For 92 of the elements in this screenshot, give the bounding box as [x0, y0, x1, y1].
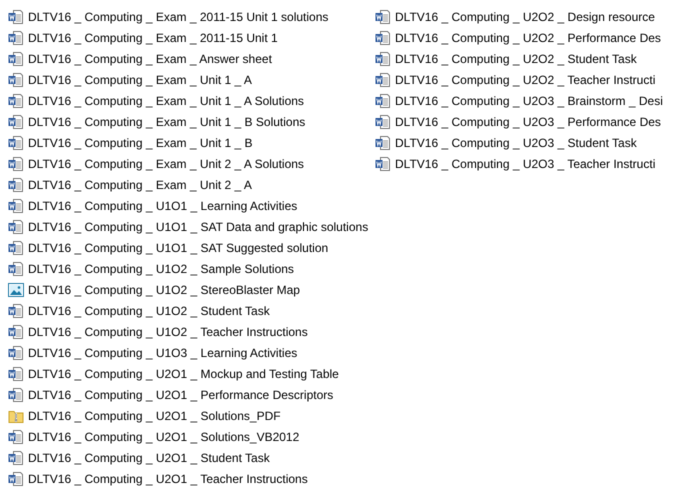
file-item[interactable]: DLTV16 _ Computing _ Exam _ 2011-15 Unit 1 solutions — [8, 6, 375, 27]
word-document-icon — [375, 72, 391, 88]
word-document-icon — [375, 30, 391, 46]
file-name: DLTV16 _ Computing _ Exam _ 2011-15 Unit 1 — [28, 30, 278, 44]
file-name: DLTV16 _ Computing _ U2O2 _ Teacher Instructi — [395, 72, 656, 86]
word-document-icon — [375, 114, 391, 130]
file-name: DLTV16 _ Computing _ U2O3 _ Student Task — [395, 136, 637, 150]
file-name: DLTV16 _ Computing _ Exam _ Unit 2 _ A Solutions — [28, 156, 304, 170]
file-item[interactable]: DLTV16 _ Computing _ U2O1 _ Mockup and Testing Table — [8, 363, 375, 384]
file-name: DLTV16 _ Computing _ Exam _ 2011-15 Unit 1 solutions — [28, 10, 328, 24]
file-item[interactable]: DLTV16 _ Computing _ U1O1 _ SAT Suggested solution — [8, 237, 375, 258]
file-name: DLTV16 _ Computing _ U2O2 _ Student Task — [395, 52, 637, 66]
file-name: DLTV16 _ Computing _ U1O2 _ StereoBlaster Map — [28, 282, 300, 296]
file-item[interactable]: DLTV16 _ Computing _ U2O1 _ Teacher Instructions — [8, 468, 375, 489]
file-item[interactable]: DLTV16 _ Computing _ U2O1 _ Solutions_PDF — [8, 405, 375, 426]
word-document-icon — [8, 386, 24, 402]
file-name: DLTV16 _ Computing _ U2O3 _ Performance Des — [395, 114, 661, 128]
file-name: DLTV16 _ Computing _ Exam _ Answer sheet — [28, 52, 272, 66]
file-item[interactable]: DLTV16 _ Computing _ U1O2 _ StereoBlaster Map — [8, 279, 375, 300]
image-file-icon — [8, 282, 24, 298]
file-name: DLTV16 _ Computing _ U2O1 _ Mockup and Testing Table — [28, 366, 339, 380]
file-name: DLTV16 _ Computing _ U1O1 _ Learning Activities — [28, 198, 298, 212]
file-item[interactable]: DLTV16 _ Computing _ Exam _ Unit 1 _ B — [8, 132, 375, 153]
word-document-icon — [8, 92, 24, 108]
word-document-icon — [8, 470, 24, 486]
file-name: DLTV16 _ Computing _ U1O2 _ Sample Solutions — [28, 262, 294, 276]
file-name: DLTV16 _ Computing _ U1O3 _ Learning Activities — [28, 346, 298, 360]
file-name: DLTV16 _ Computing _ U2O3 _ Teacher Instructi — [395, 156, 656, 170]
word-document-icon — [8, 114, 24, 130]
file-name: DLTV16 _ Computing _ U1O1 _ SAT Data and graphic solutions — [28, 220, 368, 234]
file-item[interactable]: DLTV16 _ Computing _ U1O3 _ Learning Activities — [8, 342, 375, 363]
word-document-icon — [375, 92, 391, 108]
word-document-icon — [8, 30, 24, 46]
file-item[interactable]: DLTV16 _ Computing _ U1O2 _ Student Task — [8, 300, 375, 321]
word-document-icon — [8, 50, 24, 66]
file-name: DLTV16 _ Computing _ U2O1 _ Solutions_VB2012 — [28, 430, 300, 444]
file-item[interactable]: DLTV16 _ Computing _ U2O2 _ Design resource — [375, 6, 665, 27]
file-item[interactable]: DLTV16 _ Computing _ U2O1 _ Solutions_VB2012 — [8, 426, 375, 447]
file-item[interactable]: DLTV16 _ Computing _ U2O3 _ Teacher Instructi — [375, 153, 665, 174]
word-document-icon — [8, 240, 24, 256]
file-item[interactable]: DLTV16 _ Computing _ Exam _ Unit 2 _ A Solutions — [8, 153, 375, 174]
file-item[interactable]: DLTV16 _ Computing _ U2O2 _ Performance Des — [375, 27, 665, 48]
file-name: DLTV16 _ Computing _ U2O1 _ Solutions_PDF — [28, 408, 281, 422]
word-document-icon — [8, 8, 24, 24]
file-name: DLTV16 _ Computing _ U1O2 _ Student Task — [28, 304, 270, 318]
file-name: DLTV16 _ Computing _ U2O1 _ Performance Descriptors — [28, 388, 334, 402]
file-item[interactable]: DLTV16 _ Computing _ Exam _ Unit 1 _ B Solutions — [8, 111, 375, 132]
word-document-icon — [8, 72, 24, 88]
file-name: DLTV16 _ Computing _ Exam _ Unit 2 _ A — [28, 178, 252, 192]
file-item[interactable]: DLTV16 _ Computing _ Exam _ Unit 2 _ A — [8, 174, 375, 195]
file-item[interactable]: DLTV16 _ Computing _ Exam _ Answer sheet — [8, 48, 375, 69]
file-name: DLTV16 _ Computing _ U2O1 _ Student Task — [28, 450, 270, 464]
file-name: DLTV16 _ Computing _ U2O1 _ Teacher Instructions — [28, 472, 308, 486]
word-document-icon — [8, 450, 24, 466]
file-item[interactable]: DLTV16 _ Computing _ Exam _ Unit 1 _ A — [8, 69, 375, 90]
file-item[interactable]: DLTV16 _ Computing _ U1O2 _ Teacher Instructions — [8, 321, 375, 342]
file-name: DLTV16 _ Computing _ U1O2 _ Teacher Instructions — [28, 324, 308, 338]
word-document-icon — [8, 344, 24, 360]
file-item[interactable]: DLTV16 _ Computing _ U2O1 _ Student Task — [8, 447, 375, 468]
word-document-icon — [375, 134, 391, 150]
file-item[interactable]: DLTV16 _ Computing _ Exam _ Unit 1 _ A Solutions — [8, 90, 375, 111]
file-item[interactable]: DLTV16 _ Computing _ U2O3 _ Brainstorm _ Desi — [375, 90, 665, 111]
file-name: DLTV16 _ Computing _ Exam _ Unit 1 _ B Solutions — [28, 114, 306, 128]
file-item[interactable]: DLTV16 _ Computing _ U2O2 _ Teacher Instructi — [375, 69, 665, 90]
word-document-icon — [8, 198, 24, 214]
word-document-icon — [8, 366, 24, 382]
word-document-icon — [8, 302, 24, 318]
word-document-icon — [8, 428, 24, 444]
word-document-icon — [375, 50, 391, 66]
file-name: DLTV16 _ Computing _ U2O2 _ Performance Des — [395, 30, 661, 44]
word-document-icon — [8, 260, 24, 276]
file-name: DLTV16 _ Computing _ Exam _ Unit 1 _ B — [28, 136, 253, 150]
file-item[interactable]: DLTV16 _ Computing _ U1O1 _ SAT Data and graphic solutions — [8, 216, 375, 237]
word-document-icon — [375, 8, 391, 24]
word-document-icon — [8, 218, 24, 234]
file-item[interactable]: DLTV16 _ Computing _ U2O1 _ Performance Descriptors — [8, 384, 375, 405]
file-item[interactable]: DLTV16 _ Computing _ U1O2 _ Sample Solutions — [8, 258, 375, 279]
word-document-icon — [8, 324, 24, 340]
file-name: DLTV16 _ Computing _ U1O1 _ SAT Suggested solution — [28, 240, 328, 254]
file-name: DLTV16 _ Computing _ Exam _ Unit 1 _ A — [28, 72, 252, 86]
file-item[interactable]: DLTV16 _ Computing _ U1O1 _ Learning Activities — [8, 195, 375, 216]
file-name: DLTV16 _ Computing _ Exam _ Unit 1 _ A Solutions — [28, 94, 304, 108]
file-item[interactable]: DLTV16 _ Computing _ U2O3 _ Performance Des — [375, 111, 665, 132]
file-name: DLTV16 _ Computing _ U2O2 _ Design resource — [395, 10, 655, 24]
file-name: DLTV16 _ Computing _ U2O3 _ Brainstorm _ Desi — [395, 94, 663, 108]
word-document-icon — [8, 134, 24, 150]
file-item[interactable]: DLTV16 _ Computing _ U2O3 _ Student Task — [375, 132, 665, 153]
word-document-icon — [8, 176, 24, 192]
word-document-icon — [8, 156, 24, 172]
word-document-icon — [375, 156, 391, 172]
file-item[interactable]: DLTV16 _ Computing _ U2O2 _ Student Task — [375, 48, 665, 69]
file-item[interactable]: DLTV16 _ Computing _ Exam _ 2011-15 Unit 1 — [8, 27, 375, 48]
